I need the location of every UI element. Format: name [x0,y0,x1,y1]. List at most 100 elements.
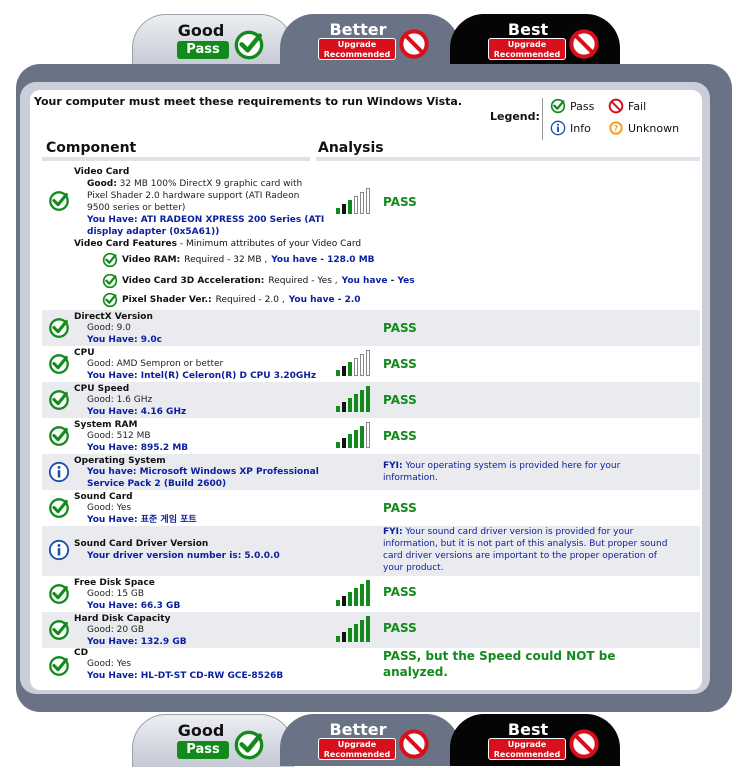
fyi-text: Your sound card driver version is provid… [402,527,634,537]
tab-better-title: Better [329,20,387,39]
requirement-good: Good: 512 MB [87,431,151,441]
signal-bar [360,192,364,214]
signal-bar [336,370,340,376]
performance-bars [336,580,376,606]
row-sound-card: Sound Card Good: Yes You Have: 표준 게임 포트 … [42,490,700,526]
fail-icon [608,98,624,114]
tab-better[interactable]: Better Upgrade Recommended [280,14,460,66]
you-have-value: You Have: HL-DT-ST CD-RW GCE-8526B [87,671,284,681]
legend-unknown-label: Unknown [628,121,680,135]
feature-required: Required - 2.0 , [215,295,285,305]
you-have-value: You Have: Intel(R) Celeron(R) D CPU 3.20… [87,371,317,381]
signal-bar [348,628,352,642]
fyi-text: information, but it is not part of this … [383,539,668,549]
row-cpu-speed: CPU Speed Good: 1.6 GHz You Have: 4.16 G… [42,382,700,418]
pass-check-icon [550,98,566,114]
pass-check-icon [48,190,70,212]
pass-check-icon [233,729,265,761]
tab-good[interactable]: Good Pass [132,714,294,767]
column-divider [316,157,700,161]
legend-pass-label: Pass [570,99,595,113]
signal-bar [360,390,364,412]
signal-bar [354,624,358,642]
performance-bars [336,188,376,214]
upgrade-recommended-badge: Upgrade Recommended [488,738,566,760]
feature-have: You have - 128.0 MB [271,255,375,265]
signal-bar [342,632,346,642]
requirement-good: Good: 15 GB [87,589,145,599]
signal-bar [360,426,364,448]
signal-bar [360,584,364,606]
requirement-good: Good: 20 GB [87,625,145,635]
you-have-value: You Have: 132.9 GB [87,637,187,647]
component-name: CD [74,648,89,658]
tab-good[interactable]: Good Pass [132,14,294,67]
requirements-heading: Your computer must meet these requiremen… [34,95,463,108]
badge-line1: Upgrade [507,40,547,49]
feature-3d-acceleration: Video Card 3D Acceleration: Required - Y… [102,273,415,289]
signal-bar [354,196,358,214]
result-status: PASS [383,501,417,515]
video-card-features-title: Video Card Features - Minimum attributes… [74,238,361,250]
signal-bar [342,402,346,412]
result-status: PASS [383,429,417,443]
features-desc: - Minimum attributes of your Video Card [177,239,362,249]
fyi-note: FYI: Your operating system is provided h… [383,460,683,484]
result-status: PASS, but the Speed could NOT be analyzed… [383,648,616,680]
requirement-good: Good: 9.0 [87,323,131,333]
signal-bar [354,430,358,448]
feature-video-ram: Video RAM: Required - 32 MB , You have -… [102,252,375,268]
top-tab-bar: Good Pass Better Upgrade Recommended Best… [0,0,752,67]
requirement-good: Good: 1.6 GHz [87,395,153,405]
signal-bar [366,188,370,214]
legend-info: Info [550,120,591,136]
signal-bar [366,386,370,412]
performance-bars [336,386,376,412]
legend-fail: Fail [608,98,646,114]
upgrade-recommended-badge: Upgrade Recommended [488,38,566,60]
you-have-value: You Have: 895.2 MB [87,443,189,453]
you-have-value: Your driver version number is: 5.0.0.0 [87,551,280,561]
fyi-text: card driver versions are important to th… [383,551,657,561]
pass-check-icon [233,29,265,61]
performance-bars [336,422,376,448]
fail-icon [398,28,430,60]
signal-bar [348,362,352,376]
legend-title: Legend: [490,110,540,123]
tab-best[interactable]: Best Upgrade Recommended [450,14,620,66]
info-icon [48,461,70,483]
signal-bar [348,200,352,214]
component-name: Sound Card Driver Version [74,539,209,549]
legend-pass: Pass [550,98,594,114]
badge-line2: Recommended [323,750,391,759]
result-status: PASS [383,585,417,599]
row-system-ram: System RAM Good: 512 MB You Have: 895.2 … [42,418,700,454]
feature-required: Required - 32 MB , [184,255,268,265]
component-name: Video Card [74,167,130,177]
tab-better[interactable]: Better Upgrade Recommended [280,714,460,766]
signal-bar [366,350,370,376]
result-status: PASS [383,321,417,335]
fail-icon [568,28,600,60]
upgrade-recommended-badge: Upgrade Recommended [318,738,396,760]
bottom-tab-bar: Good Pass Better Upgrade Recommended Best… [0,704,752,768]
signal-bar [360,354,364,376]
tab-better-title: Better [329,720,387,739]
good-label: Good: [87,179,117,189]
result-line: analyzed. [383,665,448,679]
tab-best[interactable]: Best Upgrade Recommended [450,714,620,766]
legend-divider [542,98,543,140]
result-status: PASS [383,621,417,635]
info-icon [48,539,70,561]
row-cpu: CPU Good: AMD Sempron or better You Have… [42,346,700,382]
result-status: PASS [383,195,417,209]
signal-bar [354,358,358,376]
you-have-value: You Have: 9.0c [87,335,163,345]
column-header-analysis: Analysis [318,140,384,156]
legend-fail-label: Fail [628,99,647,113]
fyi-note: FYI: Your sound card driver version is p… [383,526,701,574]
requirement-good: Good: Yes [87,503,132,513]
signal-bar [342,438,346,448]
requirement-good: Good: AMD Sempron or better [87,359,224,369]
tab-best-title: Best [507,20,549,39]
